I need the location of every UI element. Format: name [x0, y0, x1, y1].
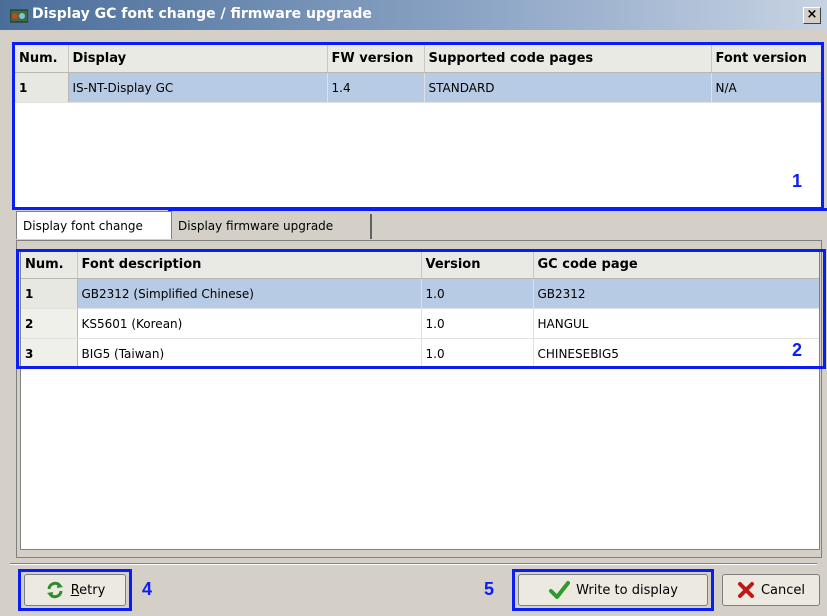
table-row[interactable]: 1 IS-NT-Display GC 1.4 STANDARD N/A [15, 72, 821, 103]
version-cell: 1.0 [421, 278, 534, 309]
fw-version-cell: 1.4 [327, 72, 425, 103]
column-header-version[interactable]: Version [421, 251, 534, 279]
fonts-header-row: Num. Font description Version GC code pa… [21, 251, 819, 279]
version-cell: 1.0 [421, 338, 534, 369]
version-cell: 1.0 [421, 308, 534, 339]
table-row[interactable]: 1 GB2312 (Simplified Chinese) 1.0 GB2312 [21, 278, 819, 309]
column-header-fw-version[interactable]: FW version [327, 45, 425, 73]
highlight-tab-underline [168, 208, 827, 212]
checkmark-icon [549, 581, 571, 599]
write-to-display-label: Write to display [576, 582, 678, 598]
table-row[interactable]: 2 KS5601 (Korean) 1.0 HANGUL [21, 308, 819, 339]
annotation-label-5: 5 [484, 579, 495, 599]
code-page-cell: CHINESEBIG5 [533, 338, 819, 369]
tab-display-font-change[interactable]: Display font change [16, 211, 172, 239]
title-bar[interactable]: Display GC font change / firmware upgrad… [0, 0, 827, 30]
code-pages-cell: STANDARD [424, 72, 712, 103]
row-num: 2 [21, 308, 78, 339]
font-description-cell: KS5601 (Korean) [77, 308, 422, 339]
cancel-label: Cancel [760, 582, 806, 598]
code-page-cell: GB2312 [533, 278, 819, 309]
refresh-icon [46, 581, 63, 599]
row-num: 1 [21, 278, 78, 309]
column-header-num[interactable]: Num. [21, 251, 78, 279]
table-row[interactable]: 3 BIG5 (Taiwan) 1.0 CHINESEBIG5 [21, 338, 819, 369]
column-header-supported-code-pages[interactable]: Supported code pages [424, 45, 712, 73]
write-to-display-button[interactable]: Write to display [518, 574, 708, 606]
app-icon [10, 9, 28, 23]
displays-grid[interactable]: Num. Display FW version Supported code p… [14, 44, 822, 208]
font-description-cell: GB2312 (Simplified Chinese) [77, 278, 422, 309]
code-page-cell: HANGUL [533, 308, 819, 339]
divider [10, 563, 817, 565]
fonts-grid[interactable]: Num. Font description Version GC code pa… [20, 250, 820, 550]
close-button[interactable]: × [803, 7, 821, 24]
retry-label: Retry [70, 582, 106, 598]
row-num: 3 [21, 338, 78, 369]
display-name-cell: IS-NT-Display GC [68, 72, 328, 103]
displays-header-row: Num. Display FW version Supported code p… [15, 45, 821, 73]
column-header-gc-code-page[interactable]: GC code page [533, 251, 819, 279]
row-num: 1 [15, 72, 69, 103]
retry-button[interactable]: Retry [24, 574, 126, 606]
annotation-label-1: 1 [792, 171, 803, 191]
column-header-display[interactable]: Display [68, 45, 328, 73]
column-header-font-description[interactable]: Font description [77, 251, 422, 279]
annotation-label-4: 4 [142, 579, 153, 599]
column-header-num[interactable]: Num. [15, 45, 69, 73]
cancel-x-icon [737, 582, 754, 598]
tab-display-firmware-upgrade[interactable]: Display firmware upgrade [172, 214, 372, 239]
font-version-cell: N/A [711, 72, 821, 103]
dialog-window: Display GC font change / firmware upgrad… [0, 0, 827, 616]
column-header-font-version[interactable]: Font version [711, 45, 821, 73]
window-title: Display GC font change / firmware upgrad… [32, 6, 372, 22]
cancel-button[interactable]: Cancel [722, 574, 820, 606]
font-description-cell: BIG5 (Taiwan) [77, 338, 422, 369]
annotation-label-2: 2 [792, 340, 803, 360]
